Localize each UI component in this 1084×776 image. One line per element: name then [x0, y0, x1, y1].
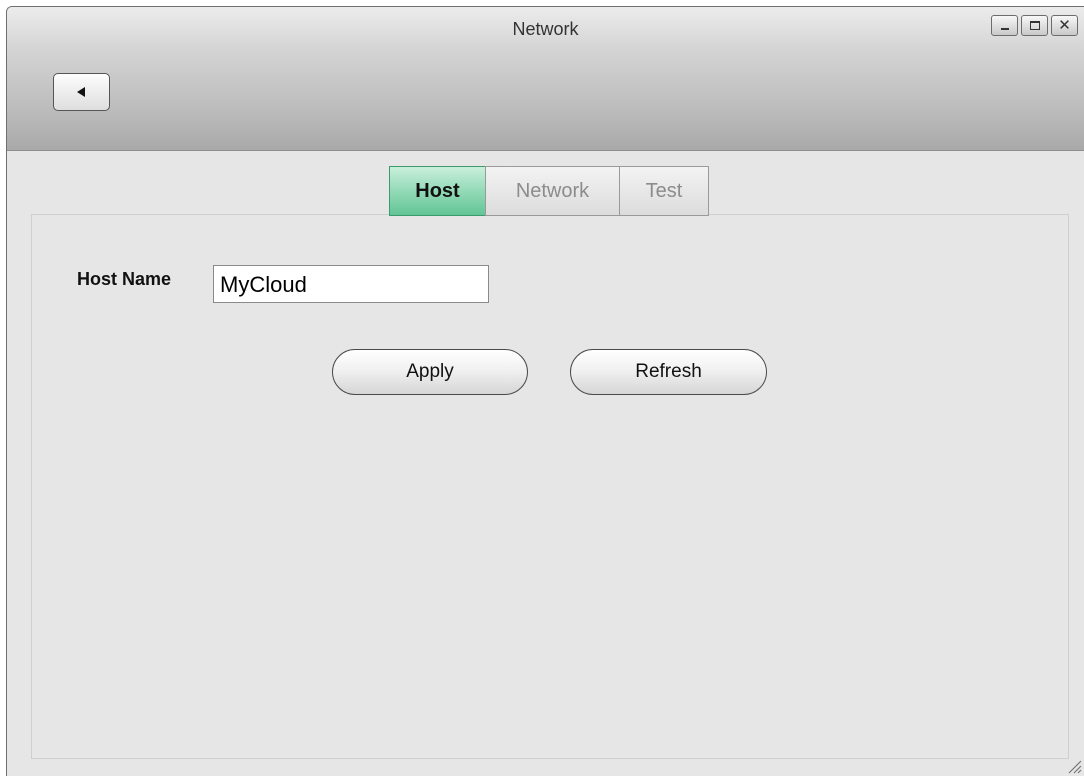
close-icon: ✕ — [1058, 16, 1071, 34]
network-window: Network ✕ Host Network Test Host Name Ap… — [6, 6, 1084, 776]
minimize-button[interactable] — [991, 15, 1018, 36]
refresh-button[interactable]: Refresh — [570, 349, 767, 395]
back-button[interactable] — [53, 73, 110, 111]
resize-grip-icon[interactable] — [1064, 756, 1082, 774]
window-controls: ✕ — [991, 15, 1078, 36]
host-name-label: Host Name — [77, 269, 172, 289]
tab-bar: Host Network Test — [389, 166, 709, 216]
maximize-button[interactable] — [1021, 15, 1048, 36]
tab-network[interactable]: Network — [485, 166, 620, 216]
maximize-icon — [1030, 21, 1040, 30]
tab-host[interactable]: Host — [389, 166, 486, 216]
minimize-icon — [1001, 28, 1009, 30]
apply-button[interactable]: Apply — [332, 349, 528, 395]
host-name-input[interactable] — [213, 265, 489, 303]
tab-test[interactable]: Test — [619, 166, 709, 216]
back-arrow-icon — [77, 87, 85, 97]
title-bar[interactable]: Network ✕ — [7, 7, 1084, 151]
tab-panel — [31, 214, 1069, 759]
close-button[interactable]: ✕ — [1051, 15, 1078, 36]
window-title: Network — [512, 19, 579, 39]
